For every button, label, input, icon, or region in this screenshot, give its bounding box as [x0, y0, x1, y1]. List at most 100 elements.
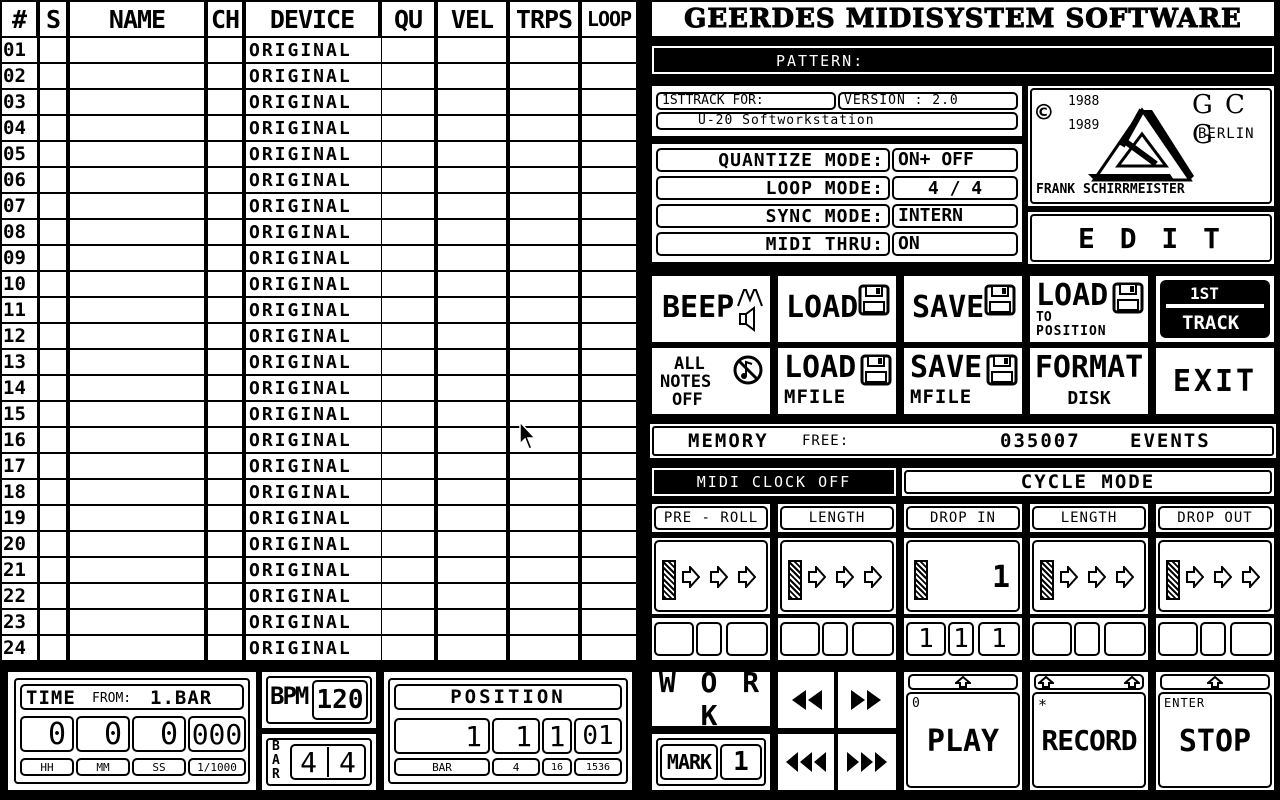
table-row[interactable]: 07 ORIGINAL: [0, 194, 638, 218]
track-solo-cell[interactable]: [40, 142, 66, 166]
table-row[interactable]: 22 ORIGINAL: [0, 584, 638, 608]
track-loop-cell[interactable]: [582, 168, 636, 192]
track-solo-cell[interactable]: [40, 402, 66, 426]
track-channel-cell[interactable]: [208, 298, 242, 322]
table-row[interactable]: 09 ORIGINAL: [0, 246, 638, 270]
track-device-cell[interactable]: ORIGINAL: [246, 376, 381, 400]
track-solo-cell[interactable]: [40, 194, 66, 218]
beep-button[interactable]: BEEP: [652, 276, 770, 342]
track-device-cell[interactable]: ORIGINAL: [246, 454, 381, 478]
track-velocity-cell[interactable]: [438, 246, 506, 270]
digit-field[interactable]: [1200, 622, 1226, 656]
track-loop-cell[interactable]: [582, 636, 636, 660]
track-quantize-cell[interactable]: [382, 298, 434, 322]
track-device-cell[interactable]: ORIGINAL: [246, 220, 381, 244]
all-notes-off-button[interactable]: ALL NOTES OFF: [652, 348, 770, 414]
track-loop-cell[interactable]: [582, 558, 636, 582]
track-name-cell[interactable]: [70, 194, 204, 218]
load-to-position-button[interactable]: LOAD TO POSITION: [1030, 276, 1148, 342]
track-quantize-cell[interactable]: [382, 454, 434, 478]
drop-in-control[interactable]: 1: [904, 538, 1022, 614]
rewind-to-start-button[interactable]: [778, 734, 834, 790]
table-row[interactable]: 12 ORIGINAL: [0, 324, 638, 348]
track-device-cell[interactable]: ORIGINAL: [246, 298, 381, 322]
track-loop-cell[interactable]: [582, 220, 636, 244]
track-quantize-cell[interactable]: [382, 194, 434, 218]
digit-field[interactable]: [1230, 622, 1272, 656]
exit-button[interactable]: EXIT: [1156, 348, 1274, 414]
track-loop-cell[interactable]: [582, 454, 636, 478]
track-velocity-cell[interactable]: [438, 402, 506, 426]
track-transpose-cell[interactable]: [510, 246, 578, 270]
track-transpose-cell[interactable]: [510, 64, 578, 88]
track-velocity-cell[interactable]: [438, 376, 506, 400]
track-solo-cell[interactable]: [40, 64, 66, 88]
first-track-button[interactable]: 1ST TRACK: [1156, 276, 1274, 342]
track-quantize-cell[interactable]: [382, 584, 434, 608]
digit-field[interactable]: 1: [906, 622, 946, 656]
track-quantize-cell[interactable]: [382, 142, 434, 166]
table-row[interactable]: 08 ORIGINAL: [0, 220, 638, 244]
track-quantize-cell[interactable]: [382, 220, 434, 244]
digit-field[interactable]: [1158, 622, 1198, 656]
track-transpose-cell[interactable]: [510, 194, 578, 218]
forward-to-end-button[interactable]: [838, 734, 896, 790]
track-channel-cell[interactable]: [208, 584, 242, 608]
digit-field[interactable]: [1104, 622, 1146, 656]
track-solo-cell[interactable]: [40, 168, 66, 192]
track-quantize-cell[interactable]: [382, 64, 434, 88]
track-transpose-cell[interactable]: [510, 558, 578, 582]
track-solo-cell[interactable]: [40, 558, 66, 582]
position-tick[interactable]: 01: [574, 718, 622, 754]
track-device-cell[interactable]: ORIGINAL: [246, 350, 381, 374]
midi-thru-value[interactable]: ON: [892, 232, 1018, 256]
track-channel-cell[interactable]: [208, 558, 242, 582]
track-device-cell[interactable]: ORIGINAL: [246, 38, 381, 62]
fast-forward-button[interactable]: [838, 672, 896, 728]
track-solo-cell[interactable]: [40, 480, 66, 504]
track-device-cell[interactable]: ORIGINAL: [246, 532, 381, 556]
track-transpose-cell[interactable]: [510, 142, 578, 166]
sync-mode-value[interactable]: INTERN: [892, 204, 1018, 228]
digit-field[interactable]: [1032, 622, 1072, 656]
track-solo-cell[interactable]: [40, 584, 66, 608]
time-hours[interactable]: 0: [20, 716, 74, 752]
digit-field[interactable]: [852, 622, 894, 656]
track-velocity-cell[interactable]: [438, 506, 506, 530]
table-row[interactable]: 04 ORIGINAL: [0, 116, 638, 140]
track-velocity-cell[interactable]: [438, 64, 506, 88]
track-velocity-cell[interactable]: [438, 324, 506, 348]
track-device-cell[interactable]: ORIGINAL: [246, 116, 381, 140]
track-name-cell[interactable]: [70, 220, 204, 244]
table-row[interactable]: 02 ORIGINAL: [0, 64, 638, 88]
track-solo-cell[interactable]: [40, 298, 66, 322]
track-device-cell[interactable]: ORIGINAL: [246, 194, 381, 218]
track-channel-cell[interactable]: [208, 220, 242, 244]
track-channel-cell[interactable]: [208, 116, 242, 140]
track-device-cell[interactable]: ORIGINAL: [246, 506, 381, 530]
stop-button[interactable]: ENTER STOP: [1158, 692, 1272, 788]
track-loop-cell[interactable]: [582, 142, 636, 166]
track-transpose-cell[interactable]: [510, 376, 578, 400]
bpm-value[interactable]: 120: [312, 680, 368, 720]
track-solo-cell[interactable]: [40, 506, 66, 530]
track-name-cell[interactable]: [70, 168, 204, 192]
track-channel-cell[interactable]: [208, 376, 242, 400]
track-solo-cell[interactable]: [40, 246, 66, 270]
track-solo-cell[interactable]: [40, 428, 66, 452]
time-minutes[interactable]: 0: [76, 716, 130, 752]
track-transpose-cell[interactable]: [510, 350, 578, 374]
track-name-cell[interactable]: [70, 246, 204, 270]
work-button[interactable]: W O R K: [652, 666, 770, 732]
track-solo-cell[interactable]: [40, 454, 66, 478]
track-quantize-cell[interactable]: [382, 272, 434, 296]
play-button[interactable]: 0 PLAY: [906, 692, 1020, 788]
track-transpose-cell[interactable]: [510, 116, 578, 140]
track-transpose-cell[interactable]: [510, 298, 578, 322]
track-quantize-cell[interactable]: [382, 90, 434, 114]
digit-field[interactable]: [822, 622, 848, 656]
digit-field[interactable]: [780, 622, 820, 656]
track-velocity-cell[interactable]: [438, 532, 506, 556]
track-velocity-cell[interactable]: [438, 220, 506, 244]
track-name-cell[interactable]: [70, 558, 204, 582]
